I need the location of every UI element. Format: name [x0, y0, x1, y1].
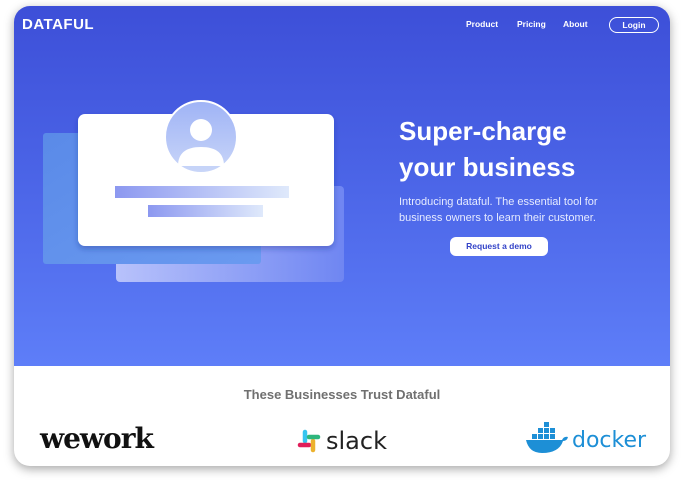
hero-title-line1: Super-charge [399, 116, 567, 146]
hero-subtitle: Introducing dataful. The essential tool … [399, 194, 639, 226]
slack-wordmark: slack [326, 427, 387, 455]
hero-section: DATAFUL Product Pricing About Login Supe… [14, 6, 670, 366]
text-line-1 [115, 186, 289, 198]
request-demo-button[interactable]: Request a demo [450, 237, 548, 256]
hero-subtitle-line1: Introducing dataful. The essential tool … [399, 196, 598, 208]
wework-logo: wework [40, 422, 154, 455]
hero-title: Super-charge your business [399, 113, 659, 185]
docker-logo: docker [524, 420, 646, 460]
logo-row: wework slack docker [14, 416, 670, 464]
slack-logo-icon [297, 429, 321, 453]
browser-frame: DATAFUL Product Pricing About Login Supe… [14, 6, 670, 466]
docker-whale-icon [526, 422, 568, 453]
slack-logo: slack [296, 424, 387, 458]
hero-title-line2: your business [399, 152, 576, 182]
text-line-2 [148, 205, 263, 217]
avatar-icon [164, 100, 238, 174]
docker-wordmark: docker [572, 427, 647, 453]
trust-heading: These Businesses Trust Dataful [243, 387, 441, 402]
hero-subtitle-line2: business owners to learn their customer. [399, 212, 596, 224]
profile-card-illustration [43, 100, 344, 282]
